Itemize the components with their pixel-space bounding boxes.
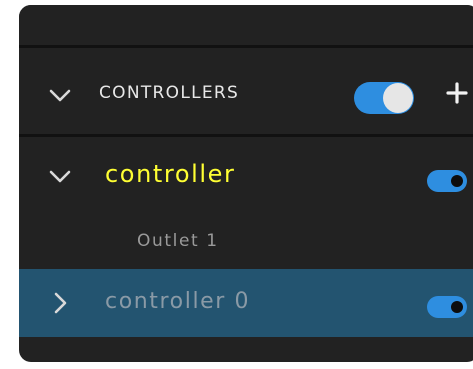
- chevron-right-icon[interactable]: [49, 291, 73, 315]
- item-label: controller: [105, 160, 236, 188]
- section-title: CONTROLLERS: [99, 83, 240, 103]
- chevron-down-icon[interactable]: [48, 84, 72, 108]
- toggle-knob: [451, 301, 463, 313]
- top-separator: [19, 45, 473, 48]
- section-separator: [19, 134, 473, 137]
- sub-item-outlet[interactable]: Outlet 1: [19, 211, 473, 269]
- toggle-knob: [451, 175, 463, 187]
- section-enable-toggle[interactable]: [354, 82, 414, 114]
- sub-item-label: Outlet 1: [137, 231, 219, 251]
- plus-icon[interactable]: [445, 81, 469, 105]
- controllers-panel: CONTROLLERS controller Outlet 1 controll…: [19, 5, 473, 362]
- chevron-down-icon[interactable]: [48, 165, 72, 189]
- list-item-controller-0[interactable]: controller 0: [19, 269, 473, 337]
- section-header-controllers[interactable]: CONTROLLERS: [19, 52, 473, 134]
- list-item-controller[interactable]: controller: [19, 141, 473, 211]
- toggle-knob: [383, 83, 413, 113]
- item-label: controller 0: [105, 289, 251, 314]
- item-enable-toggle[interactable]: [427, 296, 467, 318]
- item-enable-toggle[interactable]: [427, 170, 467, 192]
- panel-top-bar: [19, 5, 473, 45]
